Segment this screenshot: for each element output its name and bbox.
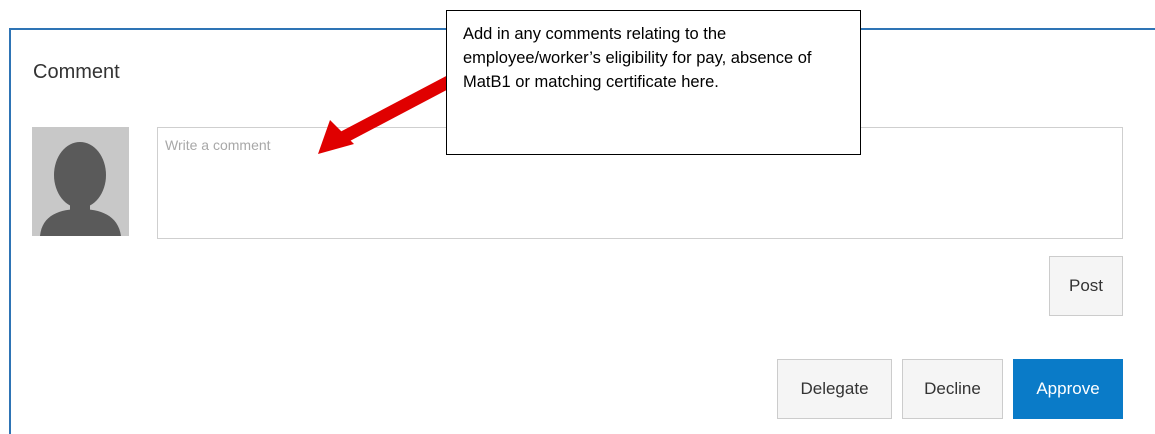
user-silhouette-icon [32,127,129,236]
comment-placeholder: Write a comment [165,137,271,153]
delegate-button[interactable]: Delegate [777,359,892,419]
avatar [32,127,129,236]
comment-heading: Comment [33,61,120,83]
approve-button[interactable]: Approve [1013,359,1123,419]
decline-button[interactable]: Decline [902,359,1003,419]
post-button[interactable]: Post [1049,256,1123,316]
annotation-callout: Add in any comments relating to the empl… [446,10,861,155]
